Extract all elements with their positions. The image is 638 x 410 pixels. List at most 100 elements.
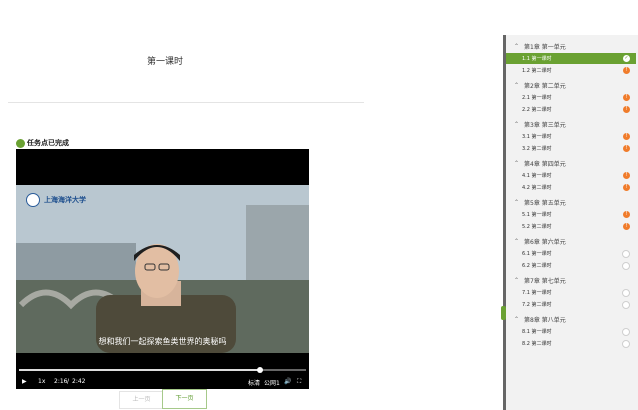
lesson-label: 2.1 第一课时 [522,95,552,101]
total-time: 2:42 [72,378,86,385]
chapter-title: 第4章 第四单元 [524,160,566,168]
lesson-label: 1.2 第二课时 [522,68,552,74]
progress-fill [19,369,261,371]
lesson-item[interactable]: 3.2 第二课时! [506,143,636,154]
lesson-label: 6.1 第一课时 [522,251,552,257]
university-emblem-icon [26,193,40,207]
progress-handle[interactable] [257,367,264,373]
lesson-label: 7.2 第二课时 [522,302,552,308]
warning-icon: ! [623,223,630,230]
video-subtitle: 想和我们一起探索鱼类世界的奥秘吗 [98,337,227,346]
chevron-up-icon[interactable]: ⌃ [514,277,524,284]
video-frame[interactable]: 上海海洋大学 [16,185,309,353]
warning-icon: ! [623,94,630,101]
play-icon[interactable]: ▶ [22,378,27,385]
logo-text: 上海海洋大学 [44,196,86,204]
chevron-up-icon[interactable]: ⌃ [514,238,524,245]
pending-circle-icon [622,261,630,270]
chapter-header[interactable]: ⌃ 第3章 第三单元 [514,118,566,130]
lesson-item[interactable]: 8.1 第一课时 [506,326,636,337]
divider [8,102,364,103]
next-page-button[interactable]: 下一页 [162,389,207,409]
warning-icon: ! [623,145,630,152]
lesson-label: 4.2 第二课时 [522,185,552,191]
lesson-label: 3.1 第一课时 [522,134,552,140]
chevron-up-icon[interactable]: ⌃ [514,160,524,167]
chapter-header[interactable]: ⌃ 第5章 第五单元 [514,196,566,208]
lesson-item[interactable]: 6.2 第二课时 [506,260,636,271]
current-time: 2:16 [54,378,68,385]
lesson-item[interactable]: 2.2 第二课时! [506,104,636,115]
chapter-header[interactable]: ⌃ 第6章 第六单元 [514,235,566,247]
chapter-title: 第2章 第二单元 [524,82,566,90]
chapter-header[interactable]: ⌃ 第1章 第一单元 [514,40,566,52]
progress-bar[interactable] [19,367,306,373]
pending-circle-icon [622,249,630,258]
volume-icon[interactable]: 🔊 [284,378,291,385]
lesson-item[interactable]: 1.1 第一课时 ✓ [506,53,636,64]
video-player[interactable]: 上海海洋大学 想和我们一起探索鱼类世界的奥秘吗 ▶ 1x 2:16 / 2:42… [16,149,309,389]
warning-icon: ! [623,133,630,140]
task-status: 任务点已完成 [16,138,69,148]
pending-circle-icon [622,327,630,336]
chevron-up-icon[interactable]: ⌃ [514,316,524,323]
lesson-item[interactable]: 1.2 第二课时! [506,65,636,76]
chapter-header[interactable]: ⌃ 第2章 第二单元 [514,79,566,91]
lesson-label: 5.1 第一课时 [522,212,552,218]
pending-circle-icon [622,339,630,348]
line-button[interactable]: 公网1 [264,378,280,387]
prev-page-button[interactable]: 上一页 [119,391,164,409]
time-separator: / [67,378,70,385]
lesson-item[interactable]: 7.1 第一课时 [506,287,636,298]
chapter-title: 第8章 第八单元 [524,316,566,324]
lesson-label: 4.1 第一课时 [522,173,552,179]
chapter-title: 第5章 第五单元 [524,199,566,207]
fullscreen-icon[interactable]: ⛶ [297,378,301,386]
check-icon: ✓ [623,55,630,62]
university-logo: 上海海洋大学 [26,193,86,207]
lesson-label: 3.2 第二课时 [522,146,552,152]
lesson-label: 6.2 第二课时 [522,263,552,269]
chapter-header[interactable]: ⌃ 第8章 第八单元 [514,313,566,325]
lesson-label: 1.1 第一课时 [522,56,552,62]
task-complete-icon [16,138,25,148]
chevron-up-icon[interactable]: ⌃ [514,43,524,50]
chapter-sidebar: ⌃ 第1章 第一单元 1.1 第一课时 ✓ 1.2 第二课时! ⌃ 第2章 第二单元 2.1 … [506,35,638,410]
quality-button[interactable]: 标清 [248,378,260,387]
lesson-label: 5.2 第二课时 [522,224,552,230]
lesson-item[interactable]: 3.1 第一课时! [506,131,636,142]
lesson-item[interactable]: 8.2 第二课时 [506,338,636,349]
lesson-item[interactable]: 5.1 第一课时! [506,209,636,220]
lesson-label: 2.2 第二课时 [522,107,552,113]
speed-button[interactable]: 1x [38,378,45,385]
lesson-label: 8.2 第二课时 [522,341,552,347]
lesson-label: 7.1 第一课时 [522,290,552,296]
page-title: 第一课时 [146,57,183,67]
warning-icon: ! [623,67,630,74]
chapter-title: 第6章 第六单元 [524,238,566,246]
chapter-header[interactable]: ⌃ 第4章 第四单元 [514,157,566,169]
chapter-header[interactable]: ⌃ 第7章 第七单元 [514,274,566,286]
chapter-title: 第3章 第三单元 [524,121,566,129]
chapter-title: 第1章 第一单元 [524,43,566,51]
warning-icon: ! [623,106,630,113]
video-scene [16,185,309,353]
warning-icon: ! [623,211,630,218]
warning-icon: ! [623,172,630,179]
chevron-up-icon[interactable]: ⌃ [514,199,524,206]
chapter-title: 第7章 第七单元 [524,277,566,285]
task-status-label: 任务点已完成 [27,139,69,147]
lesson-item[interactable]: 2.1 第一课时! [506,92,636,103]
chevron-up-icon[interactable]: ⌃ [514,121,524,128]
chevron-up-icon[interactable]: ⌃ [514,82,524,89]
lesson-item[interactable]: 4.2 第二课时! [506,182,636,193]
pending-circle-icon [622,288,630,297]
lesson-item[interactable]: 7.2 第二课时 [506,299,636,310]
lesson-item[interactable]: 4.1 第一课时! [506,170,636,181]
lesson-item[interactable]: 5.2 第二课时! [506,221,636,232]
lesson-item[interactable]: 6.1 第一课时 [506,248,636,259]
main-content: 第一课时 任务点已完成 上海海洋大学 想和我们一起探索鱼类世界的奥秘吗 ▶ 1x… [0,0,500,410]
warning-icon: ! [623,184,630,191]
pending-circle-icon [622,300,630,309]
lesson-label: 8.1 第一课时 [522,329,552,335]
